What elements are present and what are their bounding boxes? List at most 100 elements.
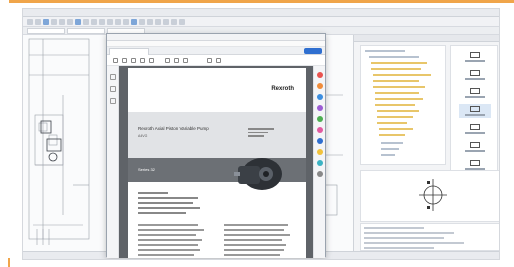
pdf-toolbar xyxy=(107,55,325,66)
tree-item[interactable] xyxy=(379,134,405,136)
tree-item[interactable] xyxy=(375,92,419,94)
tree-item[interactable] xyxy=(375,104,415,106)
tree-item[interactable] xyxy=(377,122,407,124)
sign-button[interactable] xyxy=(304,48,322,54)
tool-icon[interactable] xyxy=(59,19,65,25)
symbol-thumbnail[interactable] xyxy=(459,104,491,118)
symbol-thumbnail[interactable] xyxy=(459,86,491,100)
share-icon[interactable] xyxy=(317,138,323,144)
pdf-page: Rexroth Rexroth Axial Piston Variable Pu… xyxy=(128,68,306,258)
tool-icon[interactable] xyxy=(91,19,97,25)
zoom-icon[interactable] xyxy=(317,160,323,166)
tool-icon[interactable] xyxy=(163,19,169,25)
pump-image xyxy=(234,158,282,190)
properties-table xyxy=(360,223,499,251)
tree-item[interactable] xyxy=(373,86,425,88)
property-row xyxy=(364,237,444,239)
tool-icon[interactable] xyxy=(155,19,161,25)
tree-item[interactable] xyxy=(373,80,419,82)
comment-icon[interactable] xyxy=(183,58,188,63)
brand-logo: Rexroth xyxy=(271,86,294,92)
tool-icon[interactable] xyxy=(179,19,185,25)
pdf-tab-strip xyxy=(107,47,325,55)
table-of-contents xyxy=(138,224,208,258)
pen-icon[interactable] xyxy=(174,58,179,63)
property-row xyxy=(364,242,464,244)
tree-item[interactable] xyxy=(369,56,419,58)
color-icon[interactable] xyxy=(317,116,323,122)
symbol-thumbnail[interactable] xyxy=(459,140,491,154)
pen-icon[interactable] xyxy=(317,94,323,100)
tool-icon[interactable] xyxy=(67,19,73,25)
pdf-tools-sidebar xyxy=(313,66,325,258)
page-navigation-icon[interactable] xyxy=(207,58,212,63)
property-row xyxy=(364,227,424,229)
home-icon[interactable] xyxy=(113,58,118,63)
tree-item[interactable] xyxy=(375,98,423,100)
zoom-in-icon[interactable] xyxy=(149,58,154,63)
tool-icon[interactable] xyxy=(139,19,145,25)
orange-top-border xyxy=(9,0,514,3)
tool-icon[interactable] xyxy=(83,19,89,25)
zoom-out-icon[interactable] xyxy=(140,58,145,63)
pointer-icon[interactable] xyxy=(165,58,170,63)
comment-icon[interactable] xyxy=(317,83,323,89)
symbol-thumbnail[interactable] xyxy=(459,50,491,64)
tree-item[interactable] xyxy=(373,74,431,76)
symbol-thumbnail[interactable] xyxy=(459,122,491,136)
tool-icon[interactable] xyxy=(131,19,137,25)
pdf-viewer-window: Rexroth Rexroth Axial Piston Variable Pu… xyxy=(106,33,326,258)
tool-icon[interactable] xyxy=(43,19,49,25)
pdf-left-sidebar xyxy=(107,66,119,258)
tool-icon[interactable] xyxy=(123,19,129,25)
print-icon[interactable] xyxy=(122,58,127,63)
tree-item[interactable] xyxy=(371,68,421,70)
stamp-icon[interactable] xyxy=(317,127,323,133)
tree-item[interactable] xyxy=(377,110,419,112)
cad-application-window: Rexroth Rexroth Axial Piston Variable Pu… xyxy=(22,8,500,260)
document-title: Rexroth Axial Piston Variable Pump xyxy=(138,126,209,131)
orange-corner-mark xyxy=(8,258,10,267)
thumbnails-icon[interactable] xyxy=(110,74,116,80)
document-info-block xyxy=(248,128,278,137)
tab-library[interactable] xyxy=(394,36,424,41)
tool-icon[interactable] xyxy=(99,19,105,25)
bookmark-icon[interactable] xyxy=(110,86,116,92)
tool-icon[interactable] xyxy=(115,19,121,25)
screenshot-frame: Rexroth Rexroth Axial Piston Variable Pu… xyxy=(0,0,514,267)
spec-list xyxy=(138,192,218,216)
tree-item[interactable] xyxy=(379,128,413,130)
tool-icon[interactable] xyxy=(107,19,113,25)
print-icon[interactable] xyxy=(317,149,323,155)
tool-icon[interactable] xyxy=(147,19,153,25)
search-icon[interactable] xyxy=(317,72,323,78)
tool-icon[interactable] xyxy=(75,19,81,25)
tree-item[interactable] xyxy=(381,154,395,156)
fit-page-icon[interactable] xyxy=(216,58,221,63)
more-icon[interactable] xyxy=(317,171,323,177)
tree-item[interactable] xyxy=(371,62,427,64)
symbol-thumbnail[interactable] xyxy=(459,68,491,82)
attachment-icon[interactable] xyxy=(110,98,116,104)
pdf-page-canvas[interactable]: Rexroth Rexroth Axial Piston Variable Pu… xyxy=(119,66,315,258)
property-row xyxy=(364,232,454,234)
tree-item[interactable] xyxy=(381,142,403,144)
tab-preview[interactable] xyxy=(454,36,484,41)
pdf-title-bar xyxy=(107,34,325,41)
tool-icon[interactable] xyxy=(27,19,33,25)
cad-toolbar xyxy=(23,17,499,27)
tool-icon[interactable] xyxy=(35,19,41,25)
component-tree[interactable] xyxy=(360,45,446,165)
tree-item[interactable] xyxy=(365,50,405,52)
cad-title-bar xyxy=(23,9,499,17)
tab-drawing[interactable] xyxy=(27,28,65,34)
tree-item[interactable] xyxy=(381,148,399,150)
search-icon[interactable] xyxy=(131,58,136,63)
tab-drawing[interactable] xyxy=(67,28,105,34)
shape-icon[interactable] xyxy=(317,105,323,111)
tree-item[interactable] xyxy=(377,116,413,118)
tool-icon[interactable] xyxy=(171,19,177,25)
document-subtitle: A4VG xyxy=(138,134,148,138)
tool-icon[interactable] xyxy=(51,19,57,25)
tab-pdf-document[interactable] xyxy=(109,48,149,55)
